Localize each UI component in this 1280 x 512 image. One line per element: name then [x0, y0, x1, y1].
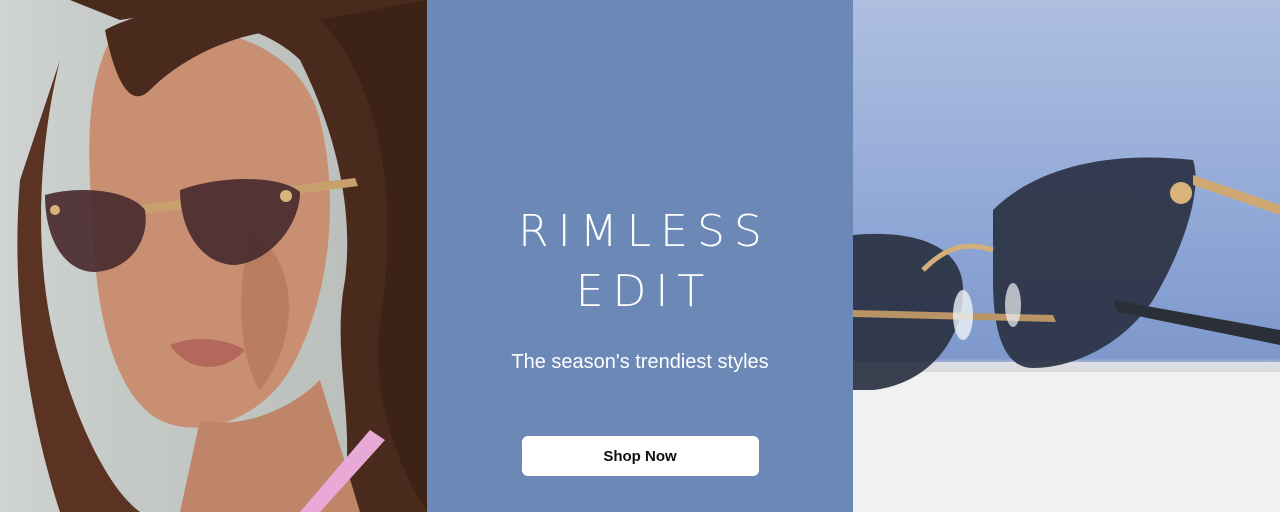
model-photo — [0, 0, 427, 512]
promo-title: RIMLESS — [518, 206, 771, 257]
promo-panel: RIMLESS EDIT The season's trendiest styl… — [427, 0, 853, 512]
shop-now-button[interactable]: Shop Now — [521, 436, 759, 476]
product-photo — [853, 0, 1280, 512]
promo-banner: RIMLESS EDIT The season's trendiest styl… — [0, 0, 1280, 512]
model-wearing-sunglasses-photo-icon — [17, 0, 427, 512]
rimless-sunglasses-product-photo-icon — [853, 157, 1280, 512]
promo-title-secondary: EDIT — [575, 266, 714, 317]
promo-subtitle: The season's trendiest styles — [511, 351, 769, 373]
